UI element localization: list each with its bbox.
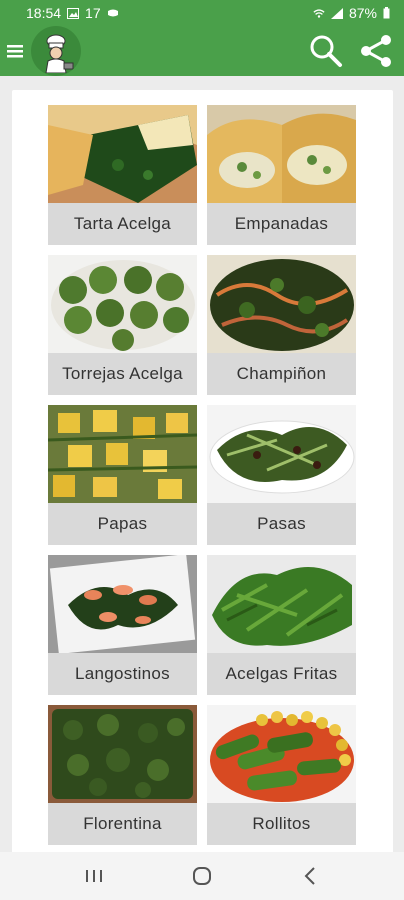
share-button[interactable] [354, 29, 398, 73]
recipe-label: Langostinos [75, 664, 170, 683]
share-icon [361, 35, 391, 67]
acelgas-fritas-image [207, 555, 356, 653]
recipe-label: Pasas [257, 514, 306, 533]
recipe-label: Acelgas Fritas [225, 664, 338, 683]
notification-count: 17 [85, 5, 101, 21]
recipe-tile-acelgas-fritas[interactable]: Acelgas Fritas [207, 555, 356, 695]
recipe-tile-torrejas-acelga[interactable]: Torrejas Acelga [48, 255, 197, 395]
recipe-label: Florentina [83, 814, 162, 833]
recipe-tile-langostinos[interactable]: Langostinos [48, 555, 197, 695]
recents-button[interactable] [64, 856, 124, 896]
chef-logo-icon [31, 26, 81, 76]
langostinos-image [48, 555, 197, 653]
wifi-icon [313, 8, 325, 18]
battery-icon [383, 7, 390, 19]
signal-icon [330, 7, 343, 19]
recipe-tile-papas[interactable]: Papas [48, 405, 197, 545]
papas-image [48, 405, 197, 503]
back-icon [304, 867, 315, 885]
recipe-card-container: Tarta Acelga Empanadas Torrejas Acelga C… [12, 90, 393, 860]
home-icon [193, 867, 211, 885]
recipe-tile-pasas[interactable]: Pasas [207, 405, 356, 545]
status-right: 87% [313, 5, 390, 21]
hamburger-menu-icon [7, 45, 23, 58]
photo-notification-icon [67, 7, 80, 19]
status-left: 18:54 17 [26, 5, 119, 21]
rollitos-image [207, 705, 356, 803]
recipe-tile-rollitos[interactable]: Rollitos [207, 705, 356, 845]
recipe-grid: Tarta Acelga Empanadas Torrejas Acelga C… [48, 105, 356, 845]
pasas-image [207, 405, 356, 503]
recipe-label: Champiñon [236, 364, 327, 383]
recipe-label: Torrejas Acelga [62, 364, 183, 383]
back-button[interactable] [280, 856, 340, 896]
recipe-tile-tarta-acelga[interactable]: Tarta Acelga [48, 105, 197, 245]
battery-level: 87% [348, 5, 377, 21]
recipe-tile-florentina[interactable]: Florentina [48, 705, 197, 845]
torrejas-acelga-image [48, 255, 197, 353]
app-actions [304, 29, 404, 73]
recipe-label: Rollitos [252, 814, 311, 833]
status-bar: 18:54 17 87% [0, 0, 404, 26]
search-button[interactable] [304, 29, 348, 73]
empanadas-image [207, 105, 356, 203]
app-logo [30, 26, 82, 76]
tarta-acelga-image [48, 105, 197, 203]
menu-button[interactable] [0, 26, 30, 76]
chat-notification-icon [107, 9, 118, 16]
search-icon [310, 35, 342, 67]
recipe-label: Papas [97, 514, 148, 533]
status-time: 18:54 [26, 5, 62, 21]
florentina-image [48, 705, 197, 803]
app-bar [0, 26, 404, 76]
home-button[interactable] [172, 856, 232, 896]
recipe-label: Empanadas [234, 214, 329, 233]
system-nav-bar [0, 852, 404, 900]
recipe-tile-champinon[interactable]: Champiñon [207, 255, 356, 395]
recents-icon [86, 870, 102, 882]
champinon-image [207, 255, 356, 353]
recipe-label: Tarta Acelga [73, 214, 172, 233]
recipe-tile-empanadas[interactable]: Empanadas [207, 105, 356, 245]
